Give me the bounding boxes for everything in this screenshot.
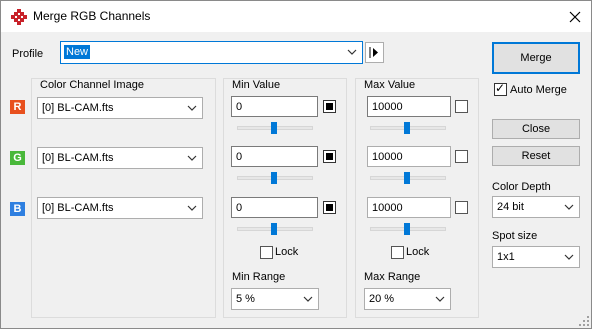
channel-b-min-input[interactable]: 0 — [231, 197, 318, 218]
reset-button[interactable]: Reset — [492, 146, 580, 166]
color-depth-value: 24 bit — [497, 201, 524, 213]
channel-b-max-slider-thumb[interactable] — [404, 223, 410, 235]
color-depth-combo[interactable]: 24 bit — [492, 196, 580, 218]
channel-g-image-value: [0] BL-CAM.fts — [42, 152, 114, 164]
max-range-label: Max Range — [364, 271, 421, 283]
profile-value: New — [64, 45, 91, 59]
channel-r-max-slider-thumb[interactable] — [404, 122, 410, 134]
spot-size-label: Spot size — [492, 230, 538, 242]
max-lock-label: Lock — [406, 246, 430, 258]
app-icon — [11, 9, 27, 25]
chevron-down-icon — [187, 205, 197, 211]
close-button-label: Close — [521, 123, 551, 135]
channel-g-min-checkbox[interactable] — [323, 150, 336, 163]
channel-header: Color Channel Image — [40, 79, 144, 91]
spot-size-combo[interactable]: 1x1 — [492, 246, 580, 268]
min-range-combo[interactable]: 5 % — [231, 288, 319, 310]
channel-g-max-checkbox[interactable] — [455, 150, 468, 163]
channel-b-image-combo[interactable]: [0] BL-CAM.fts — [37, 197, 203, 219]
profile-menu-button[interactable] — [365, 42, 384, 63]
chevron-down-icon — [347, 49, 357, 55]
chevron-down-icon — [435, 296, 445, 302]
channel-b-max-input[interactable]: 10000 — [367, 197, 451, 218]
close-icon — [569, 11, 581, 23]
channel-b-max-checkbox[interactable] — [455, 201, 468, 214]
title-bar: Merge RGB Channels — [1, 1, 591, 32]
close-window-button[interactable] — [561, 5, 589, 29]
auto-merge-label: Auto Merge — [510, 84, 567, 96]
spot-size-value: 1x1 — [497, 251, 515, 263]
max-range-value: 20 % — [369, 293, 395, 305]
channel-b-image-value: [0] BL-CAM.fts — [42, 202, 114, 214]
channel-b-min-slider-thumb[interactable] — [271, 223, 277, 235]
channel-b-badge: B — [10, 202, 25, 216]
chevron-down-icon — [564, 254, 574, 260]
channel-r-badge: R — [10, 100, 25, 114]
resize-grip-icon[interactable] — [579, 316, 589, 326]
channel-r-image-combo[interactable]: [0] BL-CAM.fts — [37, 97, 203, 119]
channel-g-image-combo[interactable]: [0] BL-CAM.fts — [37, 147, 203, 169]
channel-r-min-checkbox[interactable] — [323, 100, 336, 113]
profile-combo[interactable]: New — [60, 41, 363, 64]
max-lock-checkbox[interactable] — [391, 246, 404, 259]
chevron-down-icon — [303, 296, 313, 302]
channel-g-min-slider-thumb[interactable] — [271, 172, 277, 184]
merge-rgb-dialog: Merge RGB Channels Profile New Color Cha… — [0, 0, 592, 329]
channel-g-max-input[interactable]: 10000 — [367, 146, 451, 167]
channel-g-badge: G — [10, 151, 25, 165]
play-arrow-icon — [369, 47, 378, 58]
chevron-down-icon — [564, 204, 574, 210]
min-value-header: Min Value — [232, 79, 281, 91]
channel-r-min-slider-thumb[interactable] — [271, 122, 277, 134]
max-value-header: Max Value — [364, 79, 416, 91]
channel-g-max-value: 10000 — [372, 151, 403, 163]
channel-r-min-value: 0 — [236, 101, 243, 113]
channel-b-min-value: 0 — [236, 202, 243, 214]
channel-g-min-input[interactable]: 0 — [231, 146, 318, 167]
merge-button-label: Merge — [520, 52, 552, 64]
max-range-combo[interactable]: 20 % — [364, 288, 451, 310]
channel-r-image-value: [0] BL-CAM.fts — [42, 102, 114, 114]
auto-merge-checkbox[interactable] — [494, 81, 507, 96]
min-lock-label: Lock — [275, 246, 299, 258]
channel-r-max-input[interactable]: 10000 — [367, 96, 451, 117]
channel-b-min-checkbox[interactable] — [323, 201, 336, 214]
channel-r-min-input[interactable]: 0 — [231, 96, 318, 117]
channel-r-max-checkbox[interactable] — [455, 100, 468, 113]
close-button[interactable]: Close — [492, 119, 580, 139]
window-title: Merge RGB Channels — [33, 9, 151, 23]
merge-button[interactable]: Merge — [492, 42, 580, 74]
min-range-value: 5 % — [236, 293, 255, 305]
min-lock-checkbox[interactable] — [260, 246, 273, 259]
reset-button-label: Reset — [521, 150, 551, 162]
channel-g-min-value: 0 — [236, 151, 243, 163]
color-depth-label: Color Depth — [492, 181, 551, 193]
chevron-down-icon — [187, 105, 197, 111]
profile-label: Profile — [12, 48, 44, 60]
chevron-down-icon — [187, 155, 197, 161]
channel-b-max-value: 10000 — [372, 202, 403, 214]
channel-g-max-slider-thumb[interactable] — [404, 172, 410, 184]
channel-r-max-value: 10000 — [372, 101, 403, 113]
min-range-label: Min Range — [232, 271, 286, 283]
